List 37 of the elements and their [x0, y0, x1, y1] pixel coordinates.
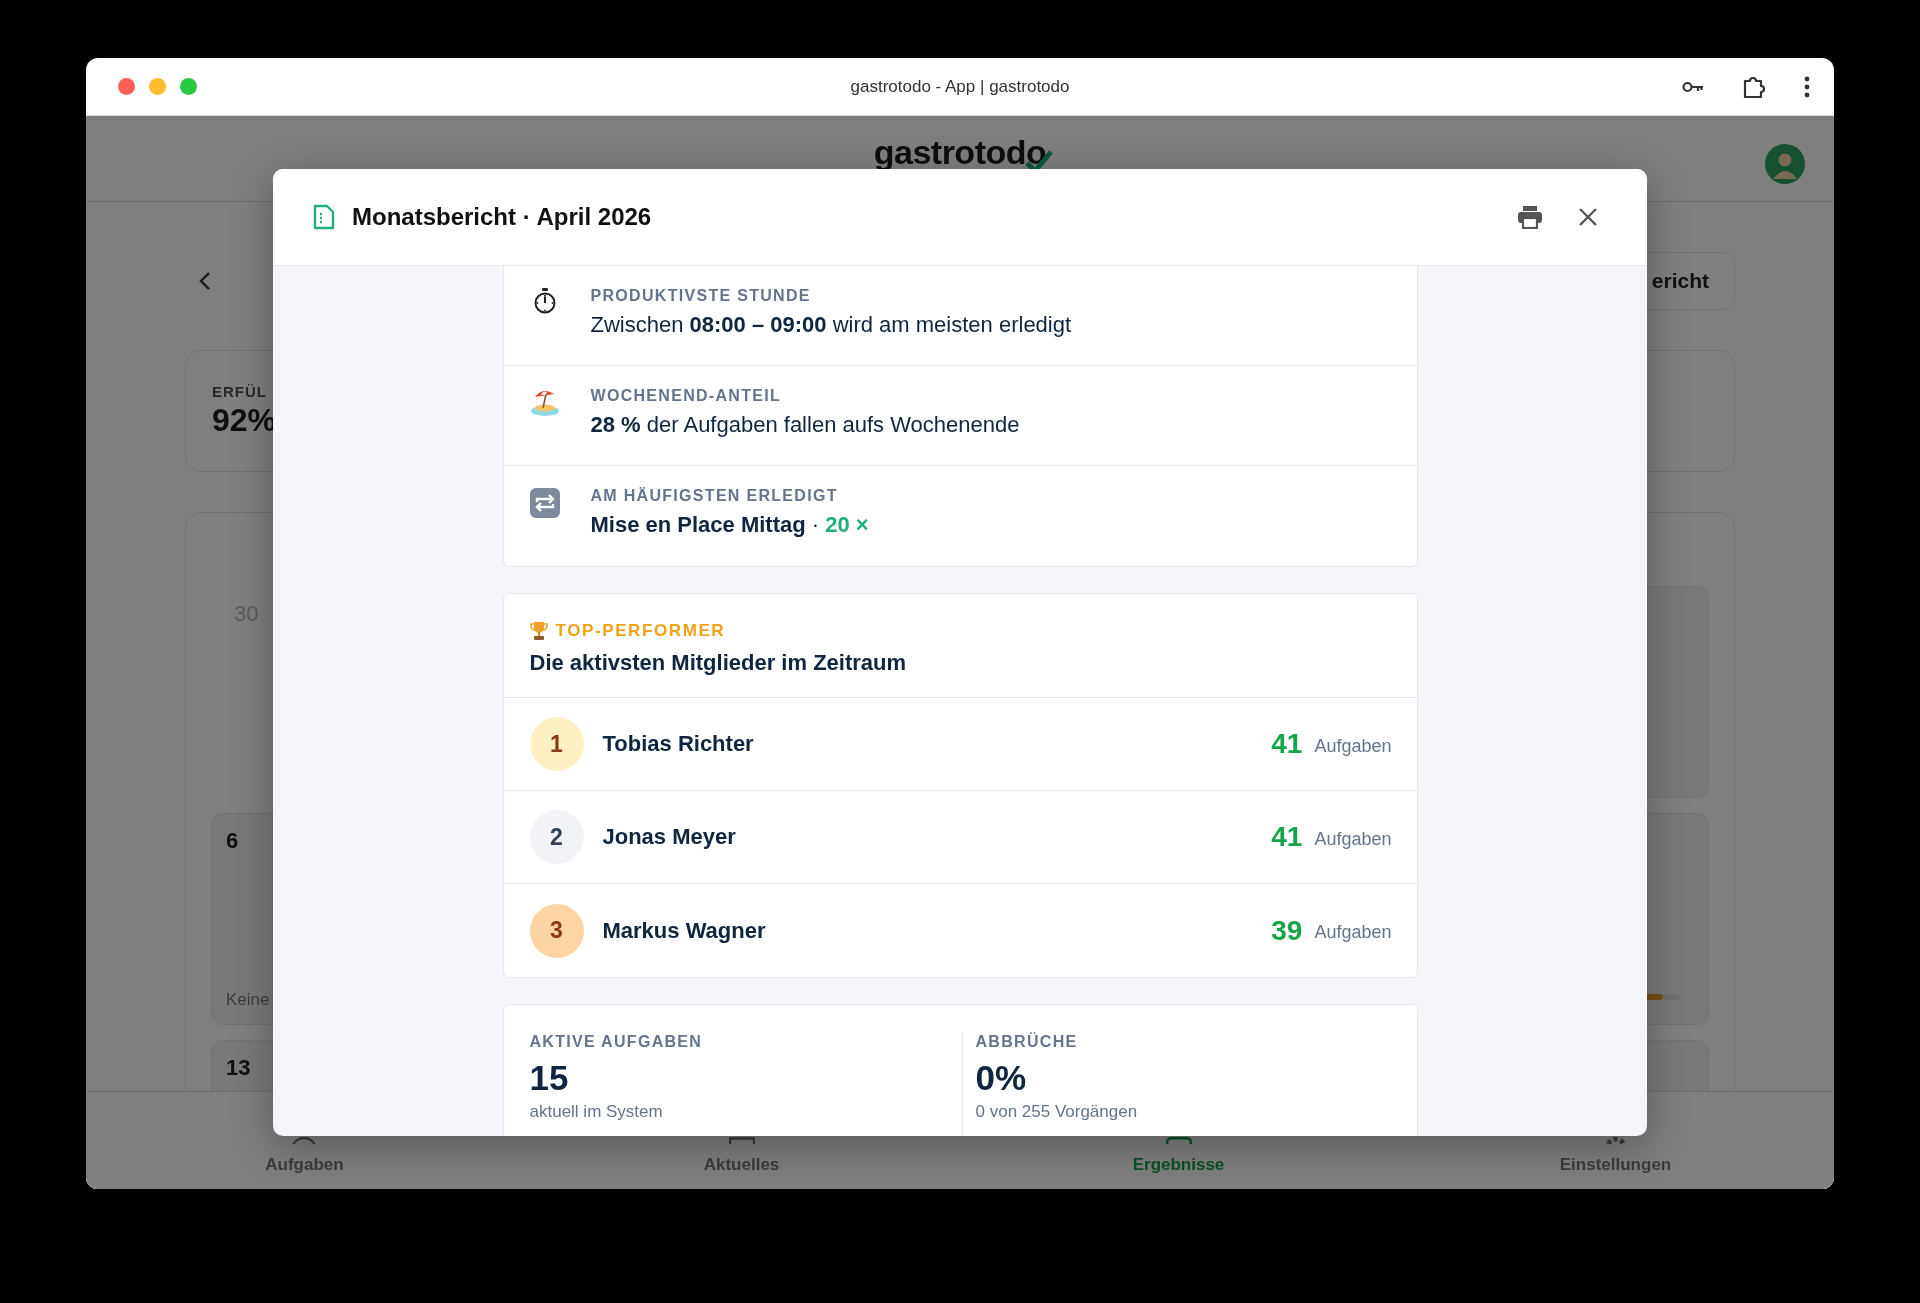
task-count: 41	[1271, 821, 1303, 853]
nav-tab[interactable]: Aufgaben	[265, 1137, 344, 1175]
day-number: 6	[226, 828, 240, 854]
nav-tab[interactable]: Ergebnisse	[1132, 1137, 1225, 1175]
insight-value: 28 % der Aufgaben fallen aufs Wochenende	[590, 412, 1020, 438]
insight-label: AM HÄUFIGSTEN ERLEDIGT	[590, 487, 839, 505]
day-number: 13	[226, 1055, 252, 1081]
task-unit: Aufgaben	[1314, 827, 1392, 850]
member-name: Markus Wagner	[602, 917, 767, 944]
summary-label: ERFÜL	[212, 383, 267, 400]
nav-tab[interactable]: Einstellungen	[1559, 1137, 1672, 1175]
task-count: 39	[1271, 914, 1303, 947]
window-title: gastrotodo - App | gastrotodo	[850, 76, 1070, 97]
section-label: TOP-PERFORMER	[555, 621, 726, 641]
stat-note: aktuell im System	[529, 1102, 664, 1122]
task-count: 41	[1271, 728, 1303, 760]
rank-badge: 2	[529, 810, 584, 864]
rank-badge: 3	[529, 903, 584, 958]
member-name: Jonas Meyer	[602, 824, 737, 850]
nav-tab[interactable]: Aktuelles	[703, 1137, 780, 1175]
stat-label: AKTIVE AUFGABEN	[529, 1033, 704, 1051]
summary-value: 92%	[212, 402, 277, 439]
task-unit: Aufgaben	[1314, 734, 1392, 757]
insight-value: Zwischen 08:00 – 09:00 wird am meisten erledigt	[590, 312, 1072, 338]
stat-value: 0%	[975, 1058, 1028, 1098]
task-unit: Aufgaben	[1314, 921, 1392, 943]
modal-title: Monatsbericht · April 2026	[352, 203, 653, 231]
stat-label: ABBRÜCHE	[975, 1033, 1079, 1051]
member-name: Tobias Richter	[602, 731, 755, 757]
stat-note: 0 von 255 Vorgängen	[975, 1102, 1139, 1122]
day-note: Keine	[226, 990, 271, 1010]
insight-label: PRODUKTIVSTE STUNDE	[590, 287, 812, 305]
insight-value: Mise en Place Mittag · 20 ×	[590, 512, 869, 538]
rank-badge: 1	[529, 717, 584, 771]
stat-value: 15	[529, 1058, 570, 1098]
section-subtitle: Die aktivsten Mitglieder im Zeitraum	[529, 650, 908, 676]
insight-label: WOCHENEND-ANTEIL	[590, 387, 783, 405]
